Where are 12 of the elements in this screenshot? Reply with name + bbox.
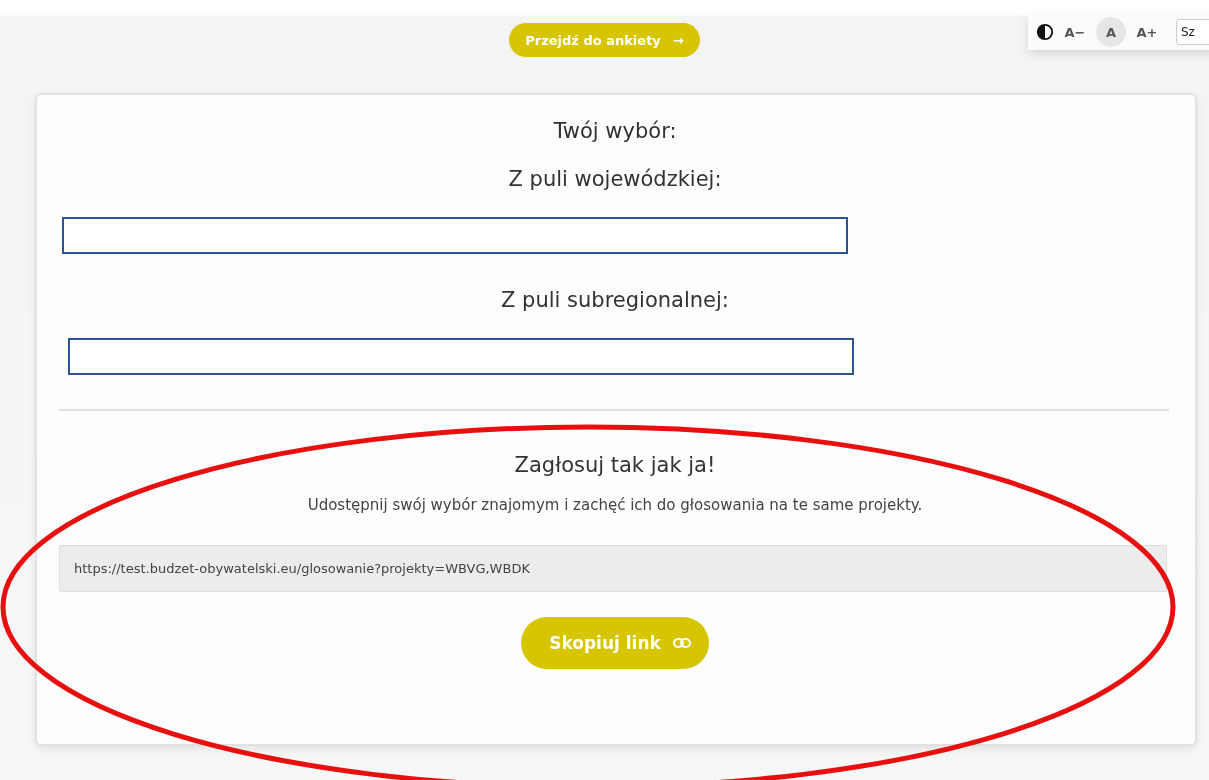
share-description: Udostępnij swój wybór znajomym i zachęć ich do głosowania na te same projekty. — [306, 496, 924, 514]
link-icon — [672, 637, 691, 649]
font-size-button[interactable]: A+ — [1132, 17, 1162, 47]
search-field[interactable]: Sz — [1176, 19, 1209, 45]
share-heading: Zagłosuj tak jak ja! — [513, 453, 717, 477]
font-size-button[interactable]: A− — [1060, 17, 1090, 47]
link-field[interactable]: https://test.budzet-obywatelski.eu/glosowanie?projekty=WBVG,WBDK — [59, 545, 1167, 592]
pool-heading: Z puli subregionalnej: — [500, 288, 730, 312]
contrast-icon[interactable] — [1036, 23, 1054, 41]
section-title: Twój wybór: — [552, 119, 678, 143]
font-size-button[interactable]: A — [1096, 17, 1126, 47]
pool-heading: Z puli wojewódzkiej: — [507, 167, 723, 191]
